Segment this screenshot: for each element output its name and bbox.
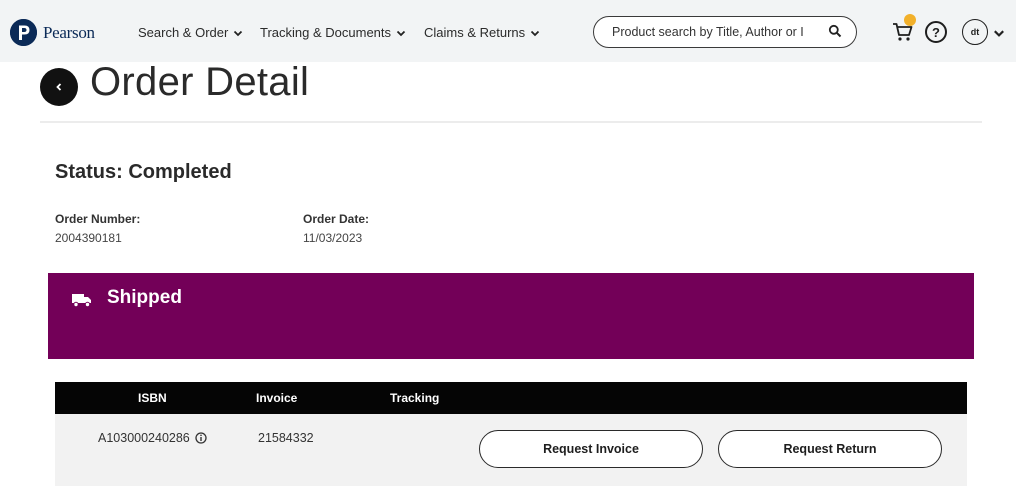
column-header-invoice: Invoice <box>256 391 298 405</box>
account-menu-toggle[interactable] <box>993 27 1005 39</box>
order-number-value: 2004390181 <box>55 231 122 245</box>
shipment-status-label: Shipped <box>107 287 182 308</box>
help-icon: ? <box>932 24 940 40</box>
column-header-tracking: Tracking <box>390 391 440 405</box>
order-status: Status: Completed <box>55 161 232 183</box>
shipment-status-banner: Shipped <box>48 273 974 359</box>
nav-label: Search & Order <box>138 25 229 40</box>
order-date-value: 11/03/2023 <box>303 231 363 245</box>
nav-claims-returns[interactable]: Claims & Returns <box>424 25 540 40</box>
nav-label: Claims & Returns <box>424 25 526 40</box>
brand-name: Pearson <box>43 22 95 42</box>
chevron-down-icon <box>531 30 540 36</box>
back-button[interactable] <box>40 68 78 106</box>
chevron-left-icon <box>56 83 62 91</box>
truck-icon <box>72 294 91 307</box>
help-button[interactable]: ? <box>925 21 947 43</box>
top-header: Pearson Search & Order Tracking & Docume… <box>0 0 1016 62</box>
info-icon[interactable] <box>195 432 207 444</box>
table-row: A103000240286 21584332 Request Invoice R… <box>55 414 967 486</box>
invoice-cell: 21584332 <box>258 431 314 445</box>
cart-badge <box>904 14 916 26</box>
title-divider <box>40 121 982 123</box>
table-header: ISBN Invoice Tracking <box>55 382 967 414</box>
cart-button[interactable] <box>890 14 916 44</box>
avatar-initials: dt <box>970 27 980 37</box>
nav-tracking-documents[interactable]: Tracking & Documents <box>260 25 406 40</box>
pearson-logo-icon <box>10 19 37 46</box>
nav-search-order[interactable]: Search & Order <box>138 25 243 40</box>
request-return-button[interactable]: Request Return <box>718 430 942 468</box>
isbn-value: A103000240286 <box>98 431 190 445</box>
order-number-label: Order Number: <box>55 212 141 226</box>
invoice-value: 21584332 <box>258 431 314 445</box>
column-header-isbn: ISBN <box>138 391 167 405</box>
pearson-logo[interactable]: Pearson <box>10 19 95 46</box>
order-date-label: Order Date: <box>303 212 370 226</box>
chevron-down-icon <box>396 30 406 36</box>
chevron-down-icon <box>994 30 1004 37</box>
nav-label: Tracking & Documents <box>260 25 392 40</box>
search-icon[interactable] <box>828 24 842 38</box>
page-title: Order Detail <box>90 60 310 104</box>
avatar[interactable]: dt <box>962 19 988 45</box>
search-input[interactable] <box>612 25 824 39</box>
isbn-cell: A103000240286 <box>98 431 207 445</box>
product-search <box>593 16 857 48</box>
request-invoice-button[interactable]: Request Invoice <box>479 430 703 468</box>
chevron-down-icon <box>234 30 243 36</box>
